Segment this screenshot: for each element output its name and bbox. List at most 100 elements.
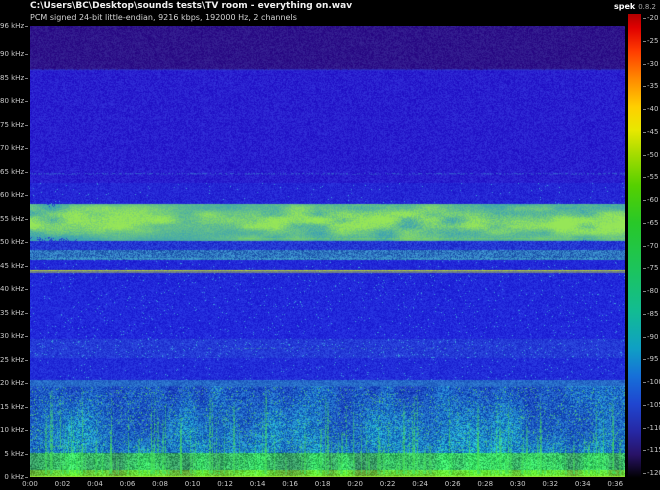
freq-tick-mark xyxy=(25,266,28,267)
db-tick-label: -40 dB xyxy=(647,105,660,113)
freq-tick-mark xyxy=(25,78,28,79)
time-tick-label: 0:20 xyxy=(340,480,370,488)
freq-tick-label: 15 kHz xyxy=(0,403,24,411)
freq-tick-label: 10 kHz xyxy=(0,426,24,434)
freq-tick-label: 96 kHz xyxy=(0,22,24,30)
db-tick-mark xyxy=(643,382,646,383)
db-tick-label: -45 dB xyxy=(647,128,660,136)
freq-tick-mark xyxy=(25,148,28,149)
db-tick-label: -30 dB xyxy=(647,60,660,68)
time-tick-label: 0:12 xyxy=(210,480,240,488)
time-tick-label: 0:08 xyxy=(145,480,175,488)
time-tick-label: 0:34 xyxy=(568,480,598,488)
db-tick-label: -50 dB xyxy=(647,151,660,159)
time-tick-label: 0:04 xyxy=(80,480,110,488)
db-tick-mark xyxy=(643,473,646,474)
freq-tick-mark xyxy=(25,454,28,455)
freq-tick-mark xyxy=(25,172,28,173)
time-tick-label: 0:28 xyxy=(470,480,500,488)
db-tick-mark xyxy=(643,64,646,65)
db-tick-label: -75 dB xyxy=(647,264,660,272)
db-tick-label: -115 dB xyxy=(647,446,660,454)
freq-tick-label: 65 kHz xyxy=(0,168,24,176)
db-tick-mark xyxy=(643,291,646,292)
freq-tick-label: 60 kHz xyxy=(0,191,24,199)
freq-tick-label: 90 kHz xyxy=(0,50,24,58)
freq-tick-mark xyxy=(25,477,28,478)
db-tick-label: -85 dB xyxy=(647,310,660,318)
freq-tick-label: 45 kHz xyxy=(0,262,24,270)
time-tick-label: 0:32 xyxy=(535,480,565,488)
db-tick-mark xyxy=(643,359,646,360)
db-tick-label: -80 dB xyxy=(647,287,660,295)
time-tick-label: 0:18 xyxy=(308,480,338,488)
db-tick-label: -110 dB xyxy=(647,424,660,432)
freq-tick-mark xyxy=(25,289,28,290)
app-version: 0.8.2 xyxy=(638,3,656,11)
db-tick-mark xyxy=(643,428,646,429)
freq-tick-label: 85 kHz xyxy=(0,74,24,82)
spectrogram-canvas xyxy=(30,26,625,477)
freq-tick-label: 70 kHz xyxy=(0,144,24,152)
db-tick-label: -60 dB xyxy=(647,196,660,204)
freq-tick-label: 50 kHz xyxy=(0,238,24,246)
db-color-scale xyxy=(628,14,641,478)
freq-tick-mark xyxy=(25,430,28,431)
freq-tick-label: 35 kHz xyxy=(0,309,24,317)
db-tick-mark xyxy=(643,109,646,110)
freq-tick-mark xyxy=(25,54,28,55)
time-tick-label: 0:26 xyxy=(438,480,468,488)
db-tick-mark xyxy=(643,132,646,133)
db-tick-label: -105 dB xyxy=(647,401,660,409)
freq-tick-mark xyxy=(25,313,28,314)
freq-tick-label: 30 kHz xyxy=(0,332,24,340)
db-tick-mark xyxy=(643,450,646,451)
time-tick-label: 0:06 xyxy=(113,480,143,488)
db-tick-mark xyxy=(643,177,646,178)
freq-tick-label: 40 kHz xyxy=(0,285,24,293)
db-tick-label: -25 dB xyxy=(647,37,660,45)
file-path-title: C:\Users\BC\Desktop\sounds tests\TV room… xyxy=(30,1,352,11)
freq-tick-mark xyxy=(25,242,28,243)
app-brand: spek0.8.2 xyxy=(614,2,656,11)
db-tick-label: -95 dB xyxy=(647,355,660,363)
time-tick-label: 0:10 xyxy=(178,480,208,488)
db-tick-label: -120 dB xyxy=(647,469,660,477)
freq-tick-mark xyxy=(25,101,28,102)
db-tick-mark xyxy=(643,337,646,338)
db-tick-mark xyxy=(643,18,646,19)
db-tick-mark xyxy=(643,86,646,87)
file-info: PCM signed 24-bit little-endian, 9216 kb… xyxy=(30,13,297,22)
db-tick-label: -20 dB xyxy=(647,14,660,22)
time-tick-label: 0:14 xyxy=(243,480,273,488)
freq-tick-label: 55 kHz xyxy=(0,215,24,223)
db-tick-mark xyxy=(643,314,646,315)
db-tick-mark xyxy=(643,223,646,224)
db-tick-label: -90 dB xyxy=(647,333,660,341)
time-tick-label: 0:00 xyxy=(15,480,45,488)
freq-tick-mark xyxy=(25,125,28,126)
db-tick-label: -55 dB xyxy=(647,173,660,181)
db-tick-label: -65 dB xyxy=(647,219,660,227)
db-tick-mark xyxy=(643,405,646,406)
time-tick-label: 0:36 xyxy=(600,480,630,488)
time-tick-label: 0:16 xyxy=(275,480,305,488)
db-tick-label: -35 dB xyxy=(647,82,660,90)
time-tick-label: 0:22 xyxy=(373,480,403,488)
db-tick-label: -100 dB xyxy=(647,378,660,386)
freq-tick-label: 80 kHz xyxy=(0,97,24,105)
time-tick-label: 0:24 xyxy=(405,480,435,488)
freq-tick-label: 75 kHz xyxy=(0,121,24,129)
app-brand-name: spek xyxy=(614,2,635,11)
freq-tick-label: 25 kHz xyxy=(0,356,24,364)
freq-tick-mark xyxy=(25,360,28,361)
freq-tick-mark xyxy=(25,336,28,337)
freq-tick-label: 5 kHz xyxy=(0,450,24,458)
db-tick-mark xyxy=(643,41,646,42)
spek-window: C:\Users\BC\Desktop\sounds tests\TV room… xyxy=(0,0,660,490)
freq-tick-mark xyxy=(25,219,28,220)
db-tick-mark xyxy=(643,246,646,247)
freq-tick-mark xyxy=(25,195,28,196)
db-tick-label: -70 dB xyxy=(647,242,660,250)
freq-tick-label: 20 kHz xyxy=(0,379,24,387)
